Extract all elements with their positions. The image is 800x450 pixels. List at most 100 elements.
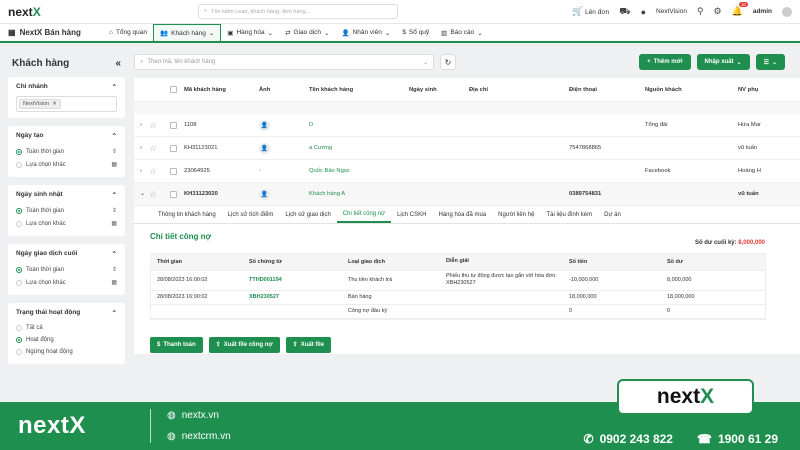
- last-txn-option-custom[interactable]: Lựa chọn khác ▦: [16, 276, 117, 289]
- pay-button[interactable]: $ Thanh toán: [150, 336, 203, 353]
- chevron-up-icon[interactable]: ⌃: [112, 309, 117, 317]
- nav-item-reports[interactable]: ▥ Báo cáo ⌄: [435, 24, 488, 41]
- tab-points-history[interactable]: Lịch sử tích điểm: [222, 206, 280, 223]
- footer-link-nextx[interactable]: ◍ nextx.vn: [167, 410, 231, 421]
- footer-phone-hotline[interactable]: ☎ 1900 61 29: [697, 432, 778, 446]
- col-source[interactable]: Nguồn khách: [645, 87, 738, 93]
- tab-debt-detail[interactable]: Chi tiết công nợ: [336, 206, 392, 223]
- chevron-down-icon[interactable]: ⌄: [423, 59, 428, 66]
- avatar: 👤: [259, 119, 270, 131]
- expand-icon[interactable]: ›: [134, 168, 144, 174]
- col-staff[interactable]: NV phụ: [738, 87, 800, 93]
- col-name[interactable]: Tên khách hàng: [309, 87, 409, 93]
- bell-icon[interactable]: 🔔 10: [732, 2, 748, 17]
- table-row[interactable]: › ☆ 1108 👤 D Tổng đài Hứa Mar: [134, 114, 800, 137]
- status-option-inactive[interactable]: Ngừng hoạt động: [16, 346, 117, 358]
- customer-name-link[interactable]: D: [309, 122, 409, 128]
- globe-icon: ◍: [167, 431, 176, 442]
- location-icon[interactable]: ⚲: [697, 6, 704, 17]
- chevron-down-icon: ⌄: [477, 29, 483, 37]
- document-link[interactable]: TTHD001194: [249, 277, 348, 283]
- star-icon[interactable]: ☆: [144, 167, 162, 176]
- chevron-up-icon[interactable]: ⌃: [112, 250, 117, 258]
- nav-item-staff[interactable]: 👤 Nhân viên ⌄: [335, 24, 396, 41]
- radio-on-icon: [16, 148, 22, 155]
- tab-transaction-history[interactable]: Lịch sử giao dịch: [279, 206, 336, 223]
- expand-icon[interactable]: ›: [134, 122, 144, 128]
- birthday-option-custom[interactable]: Lựa chọn khác ▦: [16, 217, 117, 230]
- customer-detail-tabs: Thông tin khách hàng Lịch sử tích điểm L…: [134, 206, 800, 224]
- app-logo[interactable]: nextX: [8, 5, 198, 19]
- birthday-option-all[interactable]: Toàn thời gian ⇕: [16, 204, 117, 217]
- refresh-button[interactable]: ↻: [440, 54, 456, 70]
- closing-balance: Số dư cuối kỳ: 8,000,000: [694, 240, 765, 246]
- gear-icon[interactable]: ⚙: [714, 6, 722, 17]
- avatar[interactable]: [782, 6, 792, 17]
- tab-purchased-goods[interactable]: Hàng hóa đã mua: [432, 206, 492, 223]
- app-brand[interactable]: ▦ NextX Bán hàng: [8, 28, 103, 37]
- col-phone[interactable]: Điện thoại: [569, 87, 645, 93]
- select-all-checkbox[interactable]: [169, 86, 177, 93]
- nav-item-cashbook[interactable]: $ Sổ quỹ: [396, 24, 435, 41]
- truck-icon[interactable]: ⛟: [619, 6, 630, 18]
- star-icon[interactable]: ☆: [144, 121, 162, 130]
- created-option-custom[interactable]: Lựa chọn khác ▦: [16, 158, 117, 171]
- col-code[interactable]: Mã khách hàng: [184, 87, 259, 93]
- status-option-all[interactable]: Tất cả: [16, 322, 117, 334]
- row-checkbox[interactable]: [169, 190, 177, 198]
- nav-item-products[interactable]: ▣ Hàng hóa ⌄: [221, 24, 279, 41]
- chevron-up-icon[interactable]: ⌃: [112, 191, 117, 199]
- col-photo: Ảnh: [259, 86, 271, 93]
- table-row[interactable]: › ☆ 23064925 ▫ Quốc Bảo Ngọc Facebook Ho…: [134, 160, 800, 183]
- table-row[interactable]: › ☆ KH31123021 👤 a Cường 7547868865 vũ t…: [134, 137, 800, 160]
- star-icon[interactable]: ☆: [144, 190, 162, 199]
- tab-customer-info[interactable]: Thông tin khách hàng: [152, 206, 222, 223]
- global-search-input[interactable]: ⌕ Tìm kiếm Lead, khách hàng, đơn hàng...: [198, 4, 398, 19]
- col-birthday[interactable]: Ngày sinh: [409, 87, 469, 93]
- table-row-expanded[interactable]: ⌄ ☆ KH31123020 👤 Khách hàng A 0389754831…: [134, 183, 800, 206]
- document-link[interactable]: XBH230527: [249, 294, 348, 300]
- footer-link-nextcrm[interactable]: ◍ nextcrm.vn: [167, 431, 231, 442]
- status-option-active[interactable]: Hoạt động: [16, 334, 117, 346]
- company-name[interactable]: NextVision: [656, 8, 687, 15]
- chevron-down-icon: ⌄: [208, 30, 215, 37]
- expand-icon[interactable]: ›: [134, 145, 144, 151]
- branch-select[interactable]: NextVision ✕: [16, 96, 117, 112]
- star-icon[interactable]: ☆: [144, 144, 162, 153]
- customer-name-link[interactable]: Khách hàng A: [309, 191, 409, 197]
- close-icon[interactable]: ✕: [52, 101, 57, 107]
- export-file-button[interactable]: ⇪ Xuất file: [285, 336, 332, 353]
- create-order-button[interactable]: 🛒 Lên đơn: [572, 6, 609, 17]
- customer-name-link[interactable]: a Cường: [309, 145, 409, 151]
- tab-care-schedule[interactable]: Lịch CSKH: [391, 206, 432, 223]
- col-address[interactable]: Địa chỉ: [469, 87, 569, 93]
- filter-branch: Chi nhánh ⌃ NextVision ✕: [8, 77, 125, 118]
- chevron-up-icon[interactable]: ⌃: [112, 83, 117, 91]
- chevron-down-icon: ⌄: [736, 59, 742, 66]
- column-menu-button[interactable]: ☰ ⌄: [755, 54, 785, 70]
- created-option-all[interactable]: Toàn thời gian ⇕: [16, 145, 117, 158]
- nav-item-transactions[interactable]: ⇄ Giao dịch ⌄: [279, 24, 335, 41]
- nav-item-overview[interactable]: ⌂ Tổng quan: [103, 24, 153, 41]
- export-debt-button[interactable]: ⇪ Xuất file công nợ: [208, 336, 280, 353]
- customer-name-link[interactable]: Quốc Bảo Ngọc: [309, 168, 409, 174]
- last-txn-option-all[interactable]: Toàn thời gian ⇕: [16, 263, 117, 276]
- row-checkbox[interactable]: [169, 121, 177, 129]
- row-checkbox[interactable]: [169, 144, 177, 152]
- collapse-icon[interactable]: «: [115, 58, 121, 69]
- customer-table: Mã khách hàng Ảnh Tên khách hàng Ngày si…: [134, 78, 800, 354]
- filter-sidebar: Khách hàng « Chi nhánh ⌃ NextVision ✕ Ngày …: [8, 52, 125, 402]
- tab-projects[interactable]: Dự án: [598, 206, 627, 223]
- collapse-row-icon[interactable]: ⌄: [134, 191, 145, 197]
- tab-attachments[interactable]: Tài liệu đính kèm: [540, 206, 598, 223]
- chevron-up-icon[interactable]: ⌃: [112, 132, 117, 140]
- user-name[interactable]: admin: [753, 8, 772, 15]
- customer-search-input[interactable]: ⌕ Theo mã, tên khách hàng ⌄: [134, 54, 434, 70]
- chat-icon[interactable]: ●: [641, 7, 646, 17]
- row-checkbox[interactable]: [169, 167, 177, 175]
- nav-item-customers[interactable]: 👥 Khách hàng ⌄: [153, 24, 222, 41]
- add-customer-button[interactable]: + Thêm mới: [639, 54, 691, 70]
- import-export-button[interactable]: Nhập xuất ⌄: [696, 54, 750, 70]
- tab-contacts[interactable]: Người liên hệ: [492, 206, 540, 223]
- footer-phone-mobile[interactable]: ✆ 0902 243 822: [584, 432, 673, 446]
